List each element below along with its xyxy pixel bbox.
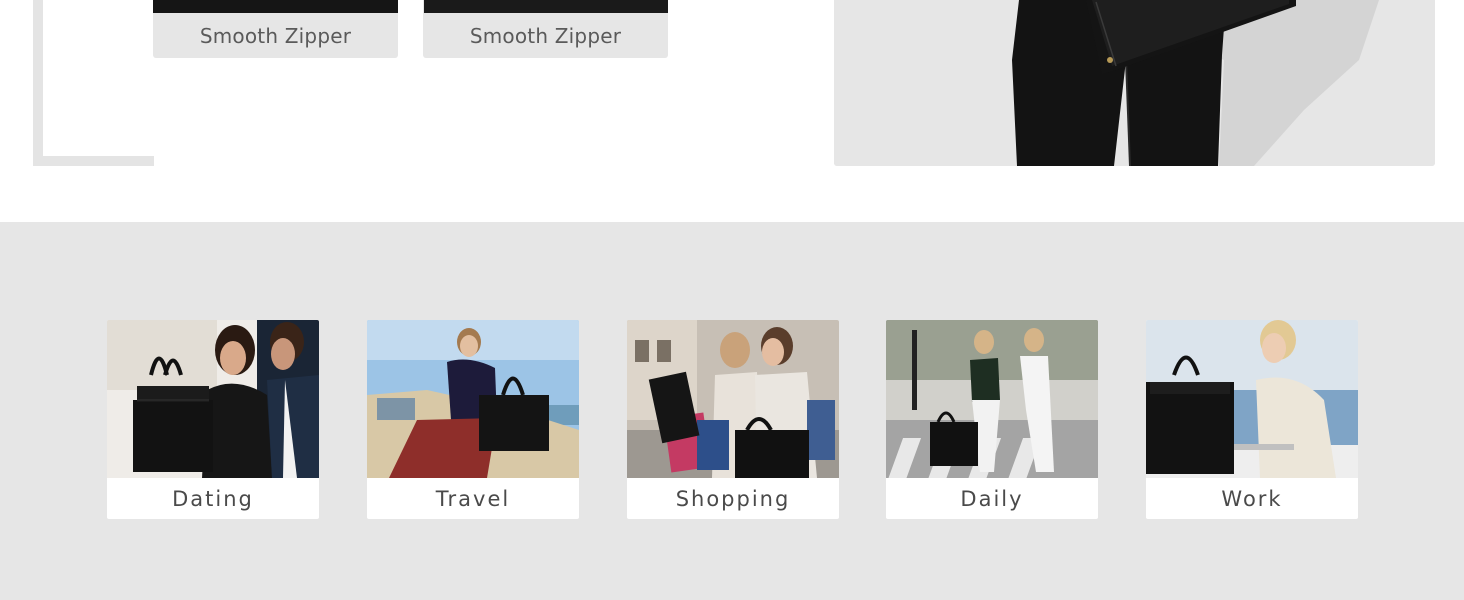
feature-card-zipper-2: Smooth Zipper xyxy=(423,0,668,58)
model-with-bag-illustration xyxy=(834,0,1435,166)
daily-scene-photo xyxy=(886,320,1098,478)
scene-label: Travel xyxy=(435,486,511,511)
model-with-bag-photo xyxy=(834,0,1435,166)
travel-scene-photo xyxy=(367,320,579,478)
zipper-photo xyxy=(153,0,398,13)
scene-card-work: Work xyxy=(1146,320,1358,519)
scene-label: Work xyxy=(1221,486,1283,511)
scene-card-travel: Travel xyxy=(367,320,579,519)
usage-scenes-section: Dating Travel Shopping Daily Work xyxy=(0,222,1464,600)
zipper-photo xyxy=(424,0,668,13)
shopping-scene-photo xyxy=(627,320,839,478)
feature-card-caption: Smooth Zipper xyxy=(469,23,622,48)
scene-label: Dating xyxy=(172,486,254,511)
scene-label: Daily xyxy=(960,486,1024,511)
scene-card-dating: Dating xyxy=(107,320,319,519)
scene-card-daily: Daily xyxy=(886,320,1098,519)
feature-card-caption: Smooth Zipper xyxy=(199,23,352,48)
dating-scene-photo xyxy=(107,320,319,478)
decorative-frame-bottom xyxy=(33,156,154,166)
work-scene-photo xyxy=(1146,320,1358,478)
feature-section: Smooth Zipper Smooth Zipper xyxy=(0,0,1464,222)
decorative-frame-left xyxy=(33,0,43,166)
scene-label: Shopping xyxy=(675,486,791,511)
scene-card-shopping: Shopping xyxy=(627,320,839,519)
feature-card-zipper-1: Smooth Zipper xyxy=(153,0,398,58)
